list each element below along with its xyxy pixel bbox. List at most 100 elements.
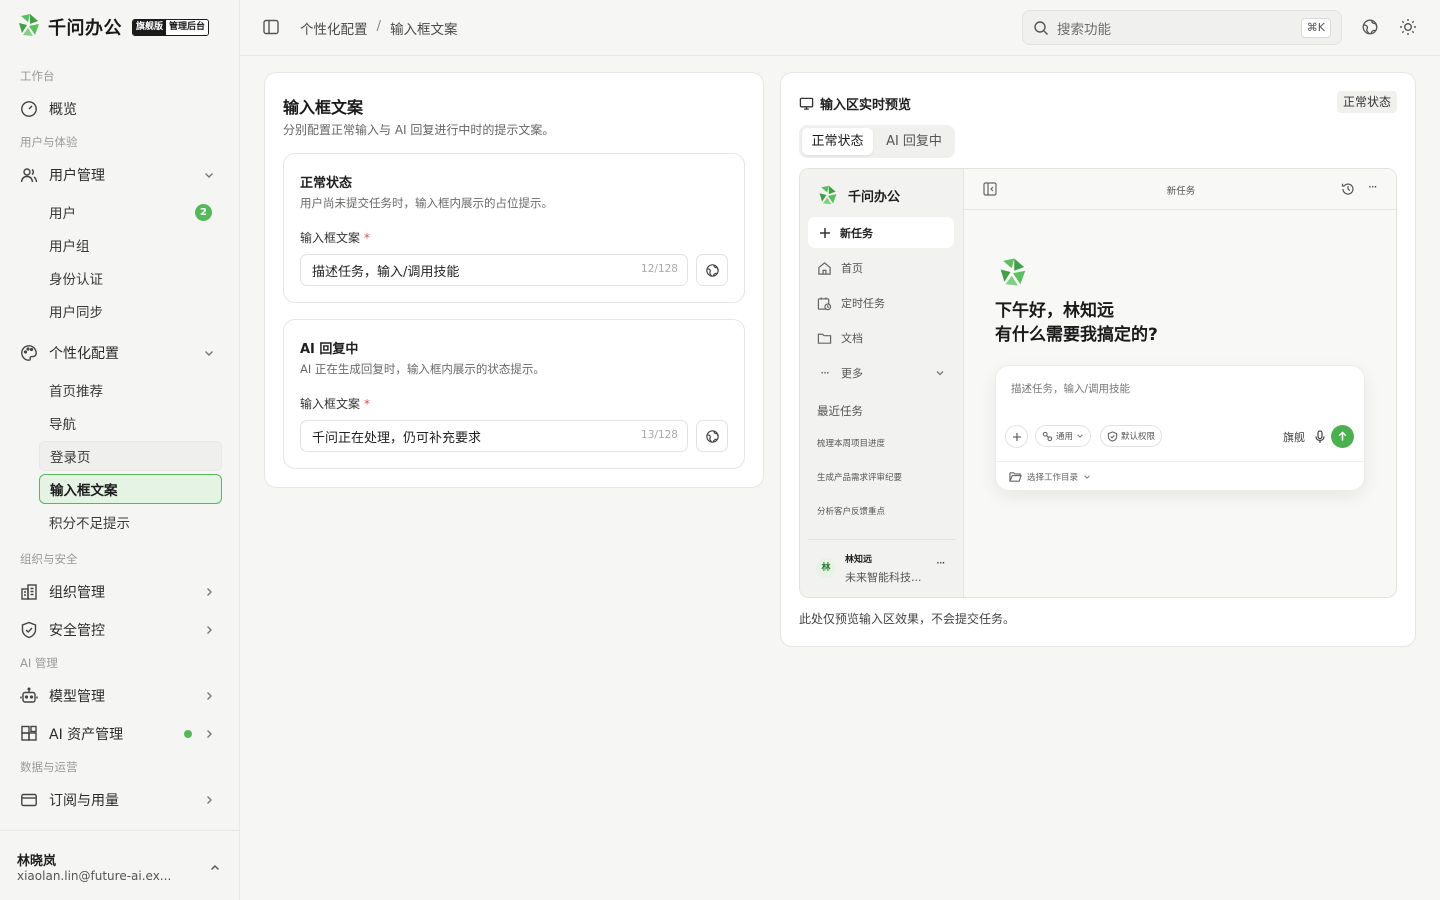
brand-name: 千问办公 bbox=[48, 18, 122, 39]
breadcrumb: 个性化配置 / 输入框文案 bbox=[300, 18, 458, 38]
preview-greeting-line1: 下午好，林知远 bbox=[995, 301, 1114, 321]
preview-composer-placeholder[interactable]: 描述任务，输入/调用技能 bbox=[1011, 381, 1130, 396]
section-org-security: 组织与安全 bbox=[20, 552, 78, 566]
preview-footnote: 此处仅预览输入区效果，不会提交任务。 bbox=[799, 612, 1016, 626]
search-icon bbox=[1034, 20, 1048, 35]
nav-user-management[interactable]: 用户管理 bbox=[12, 159, 228, 191]
preview-card: 输入区实时预览 正常状态 正常状态 AI 回复中 千问办公 新任务 首页 定时任… bbox=[780, 72, 1416, 647]
subnav-user-groups[interactable]: 用户组 bbox=[39, 230, 222, 260]
nav-overview[interactable]: 概览 bbox=[12, 93, 228, 125]
more-icon[interactable]: ··· bbox=[1368, 180, 1378, 194]
logo-icon bbox=[1000, 258, 1026, 286]
sun-icon[interactable] bbox=[1399, 18, 1417, 36]
shield-check-icon bbox=[1107, 430, 1118, 442]
breadcrumb-parent[interactable]: 个性化配置 bbox=[300, 18, 368, 38]
nav-ai-asset-management[interactable]: AI 资产管理 bbox=[12, 718, 228, 750]
nav-org-management-label: 组织管理 bbox=[49, 585, 105, 601]
preview-brand: 千问办公 bbox=[817, 184, 900, 206]
preview-nav-home[interactable]: 首页 bbox=[817, 260, 863, 276]
preview-permission-chip[interactable]: 默认权限 bbox=[1100, 425, 1163, 447]
preview-recent-title: 最近任务 bbox=[817, 404, 863, 418]
preview-recent-item[interactable]: 梳理本周项目进度 bbox=[817, 437, 885, 449]
replying-translate-button[interactable] bbox=[696, 420, 728, 452]
preview-recent-item[interactable]: 分析客户反馈重点 bbox=[817, 505, 885, 517]
preview-nav-docs-label: 文档 bbox=[841, 332, 863, 345]
preview-user[interactable]: 林 林知远 未来智能科技... ··· bbox=[800, 547, 964, 591]
subnav-users-label: 用户 bbox=[49, 206, 76, 222]
preview-title: 输入区实时预览 bbox=[820, 98, 912, 113]
chevron-right-icon bbox=[207, 692, 212, 700]
globe-icon[interactable] bbox=[1361, 18, 1379, 36]
admin-label: 管理后台 bbox=[166, 19, 209, 35]
chevron-right-icon bbox=[207, 588, 212, 596]
preview-nav-scheduled-label: 定时任务 bbox=[841, 297, 885, 310]
preview-main-title: 新任务 bbox=[1166, 186, 1196, 197]
nav-subscription-label: 订阅与用量 bbox=[49, 793, 119, 809]
sidebar-toggle-icon[interactable] bbox=[262, 18, 280, 36]
replying-copy-value: 千问正在处理，仍可补充要求 bbox=[312, 430, 482, 446]
nav-ai-asset-management-label: AI 资产管理 bbox=[49, 727, 124, 743]
subnav-home-recommend[interactable]: 首页推荐 bbox=[39, 375, 222, 405]
preview-attach-button[interactable] bbox=[1005, 425, 1028, 448]
more-icon[interactable]: ··· bbox=[936, 556, 946, 570]
user-name: 林晓岚 bbox=[17, 854, 57, 869]
current-user[interactable]: 林晓岚 xiaolan.lin@future-ai.ex... bbox=[0, 830, 239, 900]
chevron-up-icon bbox=[211, 865, 219, 870]
nav-personalization[interactable]: 个性化配置 bbox=[12, 337, 228, 369]
subnav-navigation[interactable]: 导航 bbox=[39, 408, 222, 438]
subnav-identity-auth[interactable]: 身份认证 bbox=[39, 263, 222, 293]
subnav-user-sync[interactable]: 用户同步 bbox=[39, 296, 222, 326]
chevron-down-icon bbox=[1077, 434, 1083, 438]
status-dot bbox=[184, 730, 192, 738]
preview-sidebar: 千问办公 新任务 首页 定时任务 文档 ··· 更多 最近任务 梳理本周项目进度… bbox=[800, 169, 964, 597]
breadcrumb-separator: / bbox=[376, 18, 382, 34]
preview-workdir-select[interactable]: 选择工作目录 bbox=[1009, 470, 1091, 483]
preview-mode-label: 通用 bbox=[1056, 432, 1074, 442]
preview-nav-docs[interactable]: 文档 bbox=[817, 330, 863, 346]
preview-nav-more[interactable]: ··· 更多 bbox=[817, 365, 947, 381]
nav-overview-label: 概览 bbox=[49, 102, 77, 118]
edition-label: 旗舰版 bbox=[133, 19, 167, 35]
normal-copy-input[interactable]: 描述任务，输入/调用技能 12/128 bbox=[300, 254, 688, 286]
arrow-up-icon bbox=[1338, 431, 1347, 441]
folder-icon bbox=[817, 333, 832, 344]
chevron-down-icon bbox=[1084, 474, 1090, 479]
nav-security[interactable]: 安全管控 bbox=[12, 614, 228, 646]
preview-new-task-button[interactable]: 新任务 bbox=[808, 217, 954, 248]
replying-copy-input[interactable]: 千问正在处理，仍可补充要求 13/128 bbox=[300, 420, 688, 452]
folder-open-icon bbox=[1009, 472, 1022, 482]
plus-icon bbox=[1012, 432, 1021, 441]
section-ai-management: AI 管理 bbox=[20, 656, 58, 670]
subnav-input-copy[interactable]: 输入框文案 bbox=[39, 474, 222, 504]
preview-new-task-label: 新任务 bbox=[840, 226, 873, 240]
preview-send-button[interactable] bbox=[1331, 425, 1354, 448]
plus-icon bbox=[820, 227, 830, 238]
globe-icon bbox=[705, 263, 719, 277]
nav-model-management[interactable]: 模型管理 bbox=[12, 680, 228, 712]
microphone-icon[interactable] bbox=[1314, 430, 1326, 444]
subnav-login-page[interactable]: 登录页 bbox=[39, 441, 222, 471]
normal-copy-value: 描述任务，输入/调用技能 bbox=[312, 264, 460, 280]
preview-main: 新任务 ··· 下午好，林知远 有什么需要我搞定的? 描述任务，输入/调用技能 … bbox=[964, 169, 1396, 597]
tab-normal-state[interactable]: 正常状态 bbox=[802, 128, 873, 155]
search-input[interactable]: 搜索功能 ⌘K bbox=[1022, 10, 1342, 45]
tab-ai-replying[interactable]: AI 回复中 bbox=[877, 128, 951, 155]
preview-nav-scheduled[interactable]: 定时任务 bbox=[817, 295, 885, 311]
brand[interactable]: 千问办公 旗舰版 管理后台 bbox=[16, 12, 210, 42]
nav-subscription[interactable]: 订阅与用量 bbox=[12, 784, 228, 816]
preview-nav-more-label: 更多 bbox=[841, 367, 863, 380]
replying-state-desc: AI 正在生成回复时，输入框内展示的状态提示。 bbox=[300, 362, 545, 376]
normal-translate-button[interactable] bbox=[696, 254, 728, 286]
preview-model-select[interactable]: 旗舰 bbox=[1283, 429, 1305, 445]
preview-mode-chip[interactable]: 通用 bbox=[1035, 425, 1092, 447]
nav-org-management[interactable]: 组织管理 bbox=[12, 576, 228, 608]
subnav-users[interactable]: 用户 2 bbox=[39, 197, 222, 227]
preview-user-org: 未来智能科技... bbox=[845, 571, 922, 584]
preview-user-avatar: 林 bbox=[816, 558, 836, 578]
history-icon[interactable] bbox=[1341, 182, 1355, 196]
home-icon bbox=[818, 261, 831, 275]
preview-composer: 描述任务，输入/调用技能 通用 默认权限 旗舰 选择工作目录 bbox=[995, 365, 1365, 491]
preview-recent-item[interactable]: 生成产品需求评审纪要 bbox=[817, 471, 902, 483]
section-user-experience: 用户与体验 bbox=[20, 135, 78, 149]
subnav-credit-warning[interactable]: 积分不足提示 bbox=[39, 507, 222, 537]
